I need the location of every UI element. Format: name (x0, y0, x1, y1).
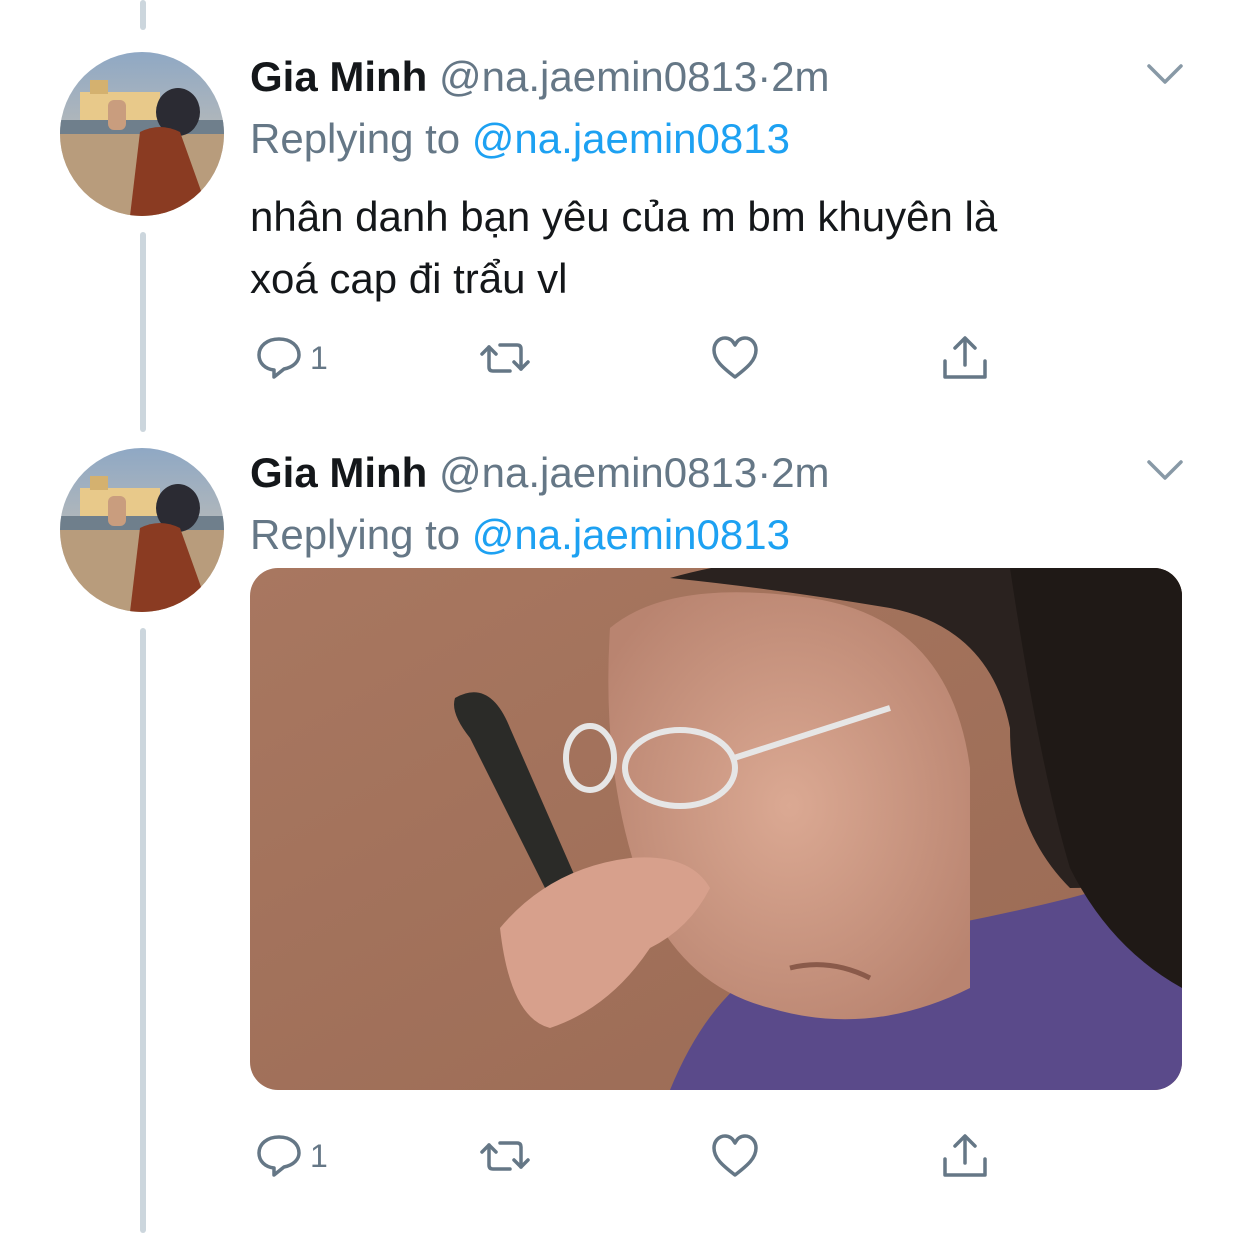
like-button[interactable] (710, 328, 766, 388)
reply-icon (257, 1135, 301, 1177)
retweet-icon (480, 1141, 530, 1171)
separator-dot: · (757, 449, 772, 496)
author-name[interactable]: Gia Minh (250, 449, 427, 496)
replying-label: Replying to (250, 511, 461, 558)
tweet-text-line: xoá cap đi trẩu vl (250, 255, 568, 302)
tweet-header: Gia Minh @na.jaemin0813·2m (250, 52, 830, 102)
separator-dot: · (757, 53, 772, 100)
replying-mention[interactable]: @na.jaemin0813 (472, 511, 790, 558)
retweet-icon (480, 343, 530, 373)
tweet-actions: 1 (250, 1126, 1010, 1186)
retweet-button[interactable] (480, 328, 536, 388)
author-name[interactable]: Gia Minh (250, 53, 427, 100)
thread-line-top (140, 0, 146, 30)
heart-icon (712, 336, 758, 379)
heart-icon (712, 1134, 758, 1177)
retweet-button[interactable] (480, 1126, 536, 1186)
reply-button[interactable]: 1 (254, 1126, 328, 1186)
replying-label: Replying to (250, 115, 461, 162)
replying-mention[interactable]: @na.jaemin0813 (472, 115, 790, 162)
replying-to: Replying to @na.jaemin0813 (250, 114, 790, 164)
chevron-down-icon[interactable] (1145, 60, 1185, 88)
tweet[interactable]: Gia Minh @na.jaemin0813·2m Replying to @… (0, 448, 1242, 1238)
share-icon (943, 1134, 987, 1177)
share-button[interactable] (940, 328, 990, 388)
reply-count: 1 (310, 1137, 328, 1174)
tweet-photo[interactable] (250, 568, 1182, 1090)
share-button[interactable] (940, 1126, 990, 1186)
tweet-header: Gia Minh @na.jaemin0813·2m (250, 448, 830, 498)
tweet-time[interactable]: 2m (771, 449, 829, 496)
tweet-text-line: nhân danh bạn yêu của m bm khuyên là (250, 193, 998, 240)
chevron-down-icon[interactable] (1145, 456, 1185, 484)
avatar[interactable] (60, 52, 224, 216)
replying-to: Replying to @na.jaemin0813 (250, 510, 790, 560)
tweet-time[interactable]: 2m (771, 53, 829, 100)
reply-icon (257, 337, 301, 379)
tweet-text: nhân danh bạn yêu của m bm khuyên là xoá… (250, 186, 1150, 310)
like-button[interactable] (710, 1126, 766, 1186)
reply-count: 1 (310, 339, 328, 376)
tweet[interactable]: Gia Minh @na.jaemin0813·2m Replying to @… (0, 52, 1242, 412)
author-handle[interactable]: @na.jaemin0813 (439, 449, 757, 496)
tweet-actions: 1 (250, 328, 1010, 388)
share-icon (943, 336, 987, 379)
author-handle[interactable]: @na.jaemin0813 (439, 53, 757, 100)
reply-button[interactable]: 1 (254, 328, 328, 388)
avatar[interactable] (60, 448, 224, 612)
